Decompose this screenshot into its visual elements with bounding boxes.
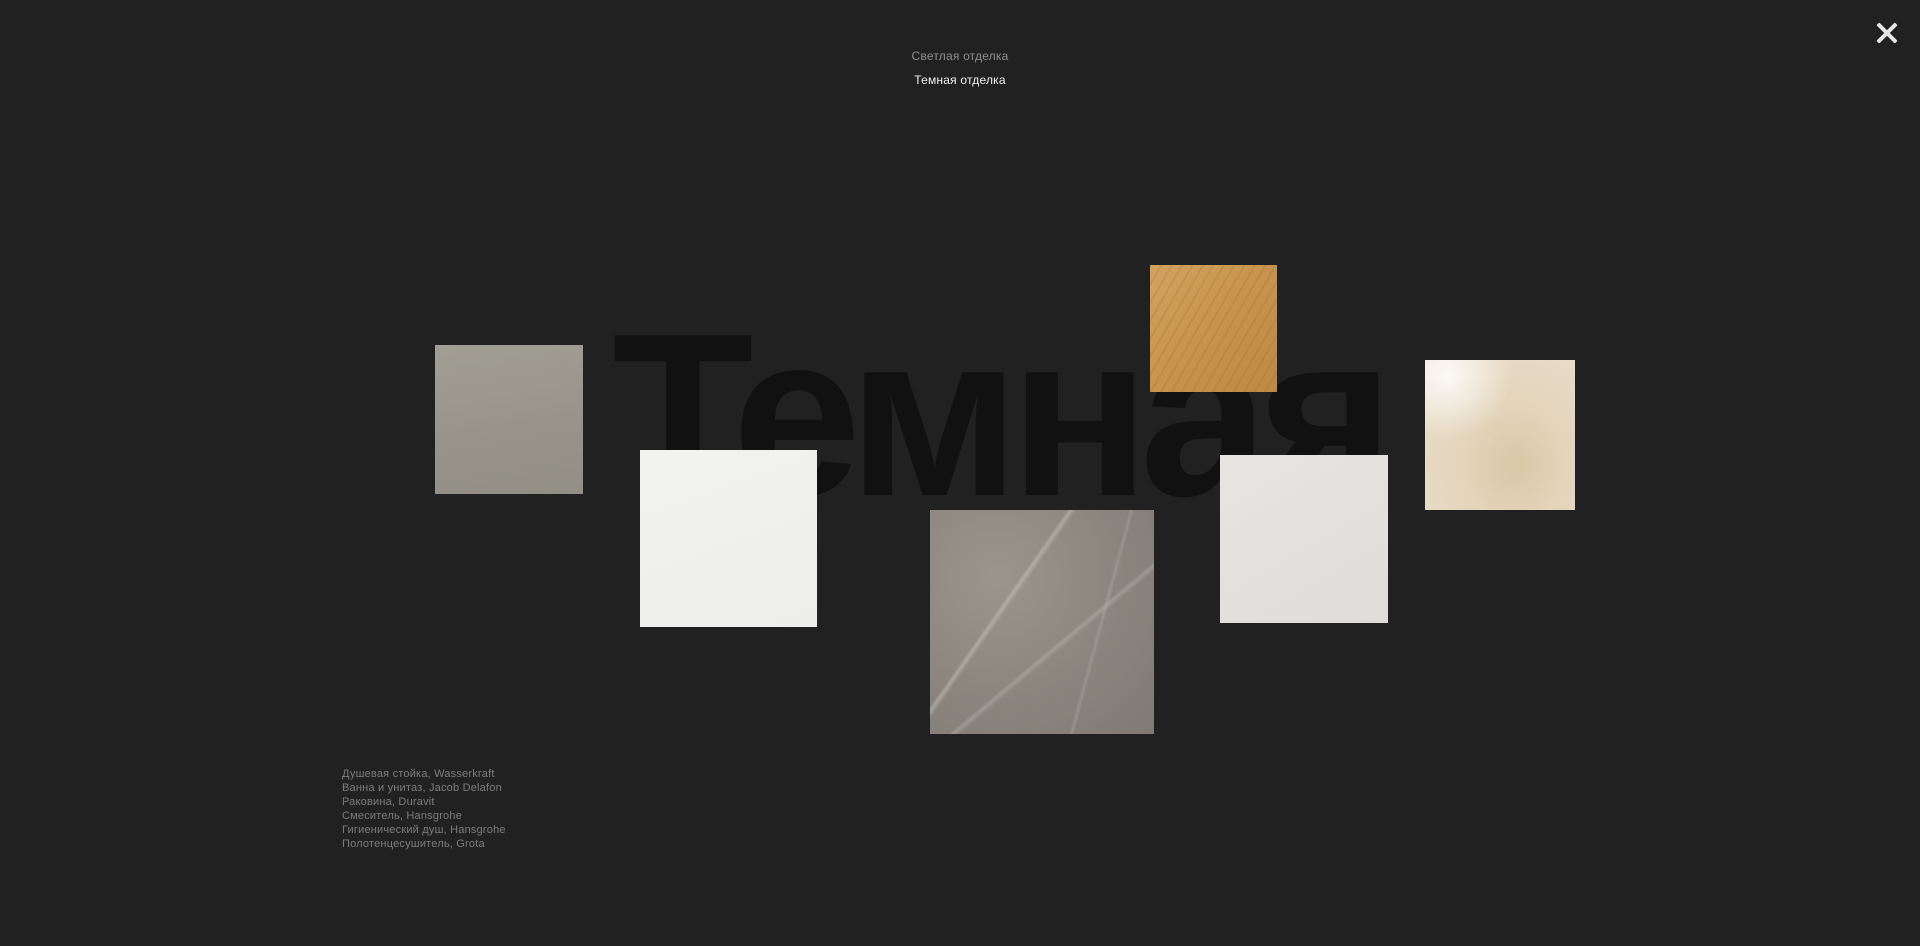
list-item: Раковина, Duravit [342, 796, 435, 808]
swatch-white-tile[interactable] [640, 450, 817, 627]
swatch-oak-wood[interactable] [1150, 265, 1277, 392]
list-item: Душевая стойка, Wasserkraft [342, 768, 495, 780]
list-item: Полотенцесушитель, Grota [342, 838, 485, 850]
swatch-taupe-tile[interactable] [435, 345, 583, 494]
tab-dark-finish[interactable]: Темная отделка [860, 68, 1060, 92]
swatch-grey-marble-tile[interactable] [930, 510, 1154, 734]
swatch-beige-marble-tile[interactable] [1425, 360, 1575, 510]
close-button[interactable] [1872, 18, 1902, 48]
list-item: Ванна и унитаз, Jacob Delafon [342, 782, 502, 794]
product-list: Душевая стойка, Wasserkraft Ванна и унит… [342, 767, 506, 851]
finish-viewer: Светлая отделка Темная отделка Темная Ду… [0, 0, 1920, 946]
swatch-light-grey-tile[interactable] [1220, 455, 1388, 623]
tab-light-finish[interactable]: Светлая отделка [860, 44, 1060, 68]
list-item: Смеситель, Hansgrohe [342, 810, 463, 822]
finish-variant-tabs: Светлая отделка Темная отделка [860, 44, 1060, 92]
list-item: Гигиенический душ, Hansgrohe [342, 824, 506, 836]
